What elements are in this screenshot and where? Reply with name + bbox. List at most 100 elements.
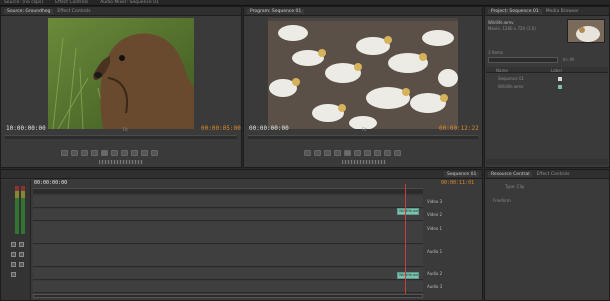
search-input[interactable] <box>488 57 558 63</box>
pen-tool-icon[interactable] <box>11 262 16 267</box>
thumbnail-image <box>568 20 604 42</box>
source-transport-controls <box>61 150 158 156</box>
insert-button[interactable] <box>141 150 148 156</box>
play-button[interactable] <box>344 150 351 156</box>
project-item-label: Sequence 01 <box>498 76 525 81</box>
item-count: 3 Items <box>488 50 504 55</box>
project-item-label: Wildlife.wmv <box>498 84 524 89</box>
project-bottom-toolbar <box>486 159 608 165</box>
tab-media-browser[interactable]: Media Browser <box>546 9 579 14</box>
tab-sequence[interactable]: Sequence 01 <box>444 171 480 177</box>
column-name[interactable]: Name <box>496 68 508 73</box>
program-timecode-in[interactable]: 00:00:00:00 <box>249 125 289 132</box>
mark-out-button[interactable] <box>71 150 78 156</box>
program-tabbar: Program: Sequence 01 <box>244 7 482 16</box>
extract-button[interactable] <box>394 150 401 156</box>
source-tabbar: Source: Groundhog Effect Controls <box>1 7 241 16</box>
playhead[interactable] <box>405 184 406 294</box>
go-to-in-button[interactable] <box>81 150 88 156</box>
program-video-frame <box>268 18 458 129</box>
lift-button[interactable] <box>384 150 391 156</box>
program-zoom-select[interactable]: Fit <box>362 127 367 132</box>
project-panel: Project: Sequence 01 Media Browser Wildl… <box>484 6 610 168</box>
audio-meter <box>21 186 25 234</box>
timeline-end-timecode: 00:00:11:01 <box>441 180 475 186</box>
project-item[interactable]: Sequence 01 <box>486 75 608 82</box>
gannets-image <box>268 18 458 129</box>
source-video-frame <box>48 18 194 129</box>
zoom-tool-icon[interactable] <box>11 272 16 277</box>
label-swatch <box>558 77 562 81</box>
step-forward-button[interactable] <box>354 150 361 156</box>
tab-program[interactable]: Program: Sequence 01 <box>247 8 305 14</box>
track-select-tool-icon[interactable] <box>19 242 24 247</box>
tab-effect-controls-2[interactable]: Effect Controls <box>536 172 569 177</box>
menubar-item[interactable]: Audio Mixer: Sequence 01 <box>100 0 159 5</box>
loop-button[interactable] <box>374 150 381 156</box>
track-label-video-2: Video 2 <box>427 212 443 217</box>
track-label-audio-3: Audio 3 <box>427 284 443 289</box>
source-timecode-in[interactable]: 10:00:00:00 <box>6 125 46 132</box>
go-to-out-button[interactable] <box>121 150 128 156</box>
go-to-in-button[interactable] <box>324 150 331 156</box>
step-back-button[interactable] <box>91 150 98 156</box>
step-back-button[interactable] <box>334 150 341 156</box>
track-label-audio-1: Audio 1 <box>427 249 443 254</box>
track-video-1[interactable] <box>33 222 423 244</box>
overwrite-button[interactable] <box>151 150 158 156</box>
slip-tool-icon[interactable] <box>19 252 24 257</box>
search-scope[interactable]: In: All <box>563 57 574 62</box>
mark-in-button[interactable] <box>304 150 311 156</box>
tools-column <box>1 180 31 300</box>
track-audio-3[interactable] <box>33 281 423 293</box>
source-monitor-panel: Source: Groundhog Effect Controls 10:00:… <box>0 6 242 168</box>
tab-resource-central[interactable]: Resource Central <box>488 171 533 177</box>
clip-thumbnail <box>567 19 605 43</box>
tab-project[interactable]: Project: Sequence 01 <box>488 8 542 14</box>
hand-tool-icon[interactable] <box>19 262 24 267</box>
column-label[interactable]: Label <box>551 68 562 73</box>
project-tabbar: Project: Sequence 01 Media Browser <box>485 7 609 16</box>
source-zoom-select[interactable]: Fit <box>123 127 128 132</box>
tab-source[interactable]: Source: Groundhog <box>4 8 54 14</box>
source-time-ruler[interactable] <box>5 135 237 139</box>
mark-out-button[interactable] <box>314 150 321 156</box>
track-label-audio-2: Audio 2 <box>427 271 443 276</box>
program-timecode-duration: 00:00:12:22 <box>439 125 479 132</box>
freeform-section: Freeform <box>493 198 511 203</box>
program-monitor-panel: Program: Sequence 01 00:00:00:00 00:00:1… <box>243 6 483 168</box>
track-video-2[interactable] <box>33 209 423 221</box>
timeline-clip-video[interactable]: Wildlife.wmv <box>397 208 419 215</box>
track-headers: Video 3 Video 2 Video 1 Audio 1 Audio 2 … <box>423 196 481 294</box>
timeline-clip-audio[interactable]: Wildlife.wmv <box>397 272 419 279</box>
audio-meter <box>15 186 19 234</box>
track-label-video-1: Video 1 <box>427 226 443 231</box>
program-time-ruler[interactable] <box>248 135 478 139</box>
resource-tabbar: Resource Central Effect Controls <box>485 170 609 179</box>
program-jog-shuttle[interactable] <box>342 160 386 164</box>
timeline-panel: Sequence 01 00:00:00:00 00:00:11:01 Wild… <box>0 169 483 301</box>
track-audio-2[interactable] <box>33 268 423 280</box>
program-transport-controls <box>304 150 401 156</box>
play-button[interactable] <box>101 150 108 156</box>
timeline-timecode[interactable]: 00:00:00:00 <box>34 180 67 186</box>
project-column-header: Name Label <box>486 67 608 73</box>
source-timecode-duration: 00:00:05:00 <box>201 125 241 132</box>
timeline-tabbar: Sequence 01 <box>1 170 482 179</box>
loop-button[interactable] <box>131 150 138 156</box>
timeline-ruler[interactable] <box>33 188 423 194</box>
tab-effect-controls[interactable]: Effect Controls <box>57 9 90 14</box>
project-item[interactable]: Wildlife.wmv <box>486 83 608 90</box>
razor-tool-icon[interactable] <box>11 252 16 257</box>
selection-tool-icon[interactable] <box>11 242 16 247</box>
mark-in-button[interactable] <box>61 150 68 156</box>
type-label[interactable]: Type: Clip <box>505 184 524 189</box>
track-audio-1[interactable] <box>33 245 423 267</box>
menubar-item[interactable]: Effect Controls <box>55 0 88 5</box>
timeline-scrollbar[interactable] <box>33 294 423 298</box>
step-forward-button[interactable] <box>111 150 118 156</box>
menubar-item[interactable]: Source: (no clips) <box>4 0 43 5</box>
track-video-3[interactable] <box>33 196 423 208</box>
go-to-out-button[interactable] <box>364 150 371 156</box>
source-jog-shuttle[interactable] <box>99 160 143 164</box>
